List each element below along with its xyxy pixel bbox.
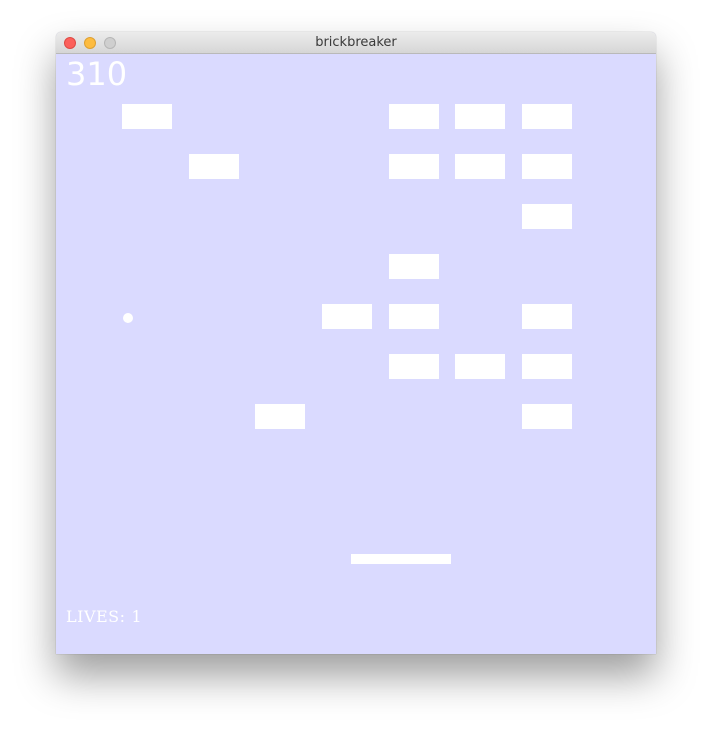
game-window: brickbreaker 310 LIVES: 1 bbox=[56, 32, 656, 654]
lives-label: LIVES: bbox=[66, 607, 126, 626]
ball bbox=[123, 313, 133, 323]
brick bbox=[455, 354, 505, 379]
lives-count: 1 bbox=[131, 607, 143, 626]
brick bbox=[455, 104, 505, 129]
brick bbox=[322, 304, 372, 329]
brick bbox=[522, 304, 572, 329]
brick bbox=[389, 254, 439, 279]
brick bbox=[389, 154, 439, 179]
brick bbox=[455, 154, 505, 179]
window-title: brickbreaker bbox=[315, 35, 397, 50]
brick bbox=[189, 154, 239, 179]
brick bbox=[522, 354, 572, 379]
game-canvas[interactable]: 310 LIVES: 1 bbox=[56, 54, 656, 654]
title-bar[interactable]: brickbreaker bbox=[56, 32, 656, 54]
brick bbox=[389, 304, 439, 329]
brick bbox=[522, 154, 572, 179]
score-display: 310 bbox=[66, 55, 128, 93]
brick bbox=[255, 404, 305, 429]
brick bbox=[389, 104, 439, 129]
brick bbox=[522, 404, 572, 429]
lives-display: LIVES: 1 bbox=[66, 607, 142, 626]
brick bbox=[522, 204, 572, 229]
paddle[interactable] bbox=[351, 554, 451, 564]
brick bbox=[122, 104, 172, 129]
brick bbox=[522, 104, 572, 129]
brick bbox=[389, 354, 439, 379]
